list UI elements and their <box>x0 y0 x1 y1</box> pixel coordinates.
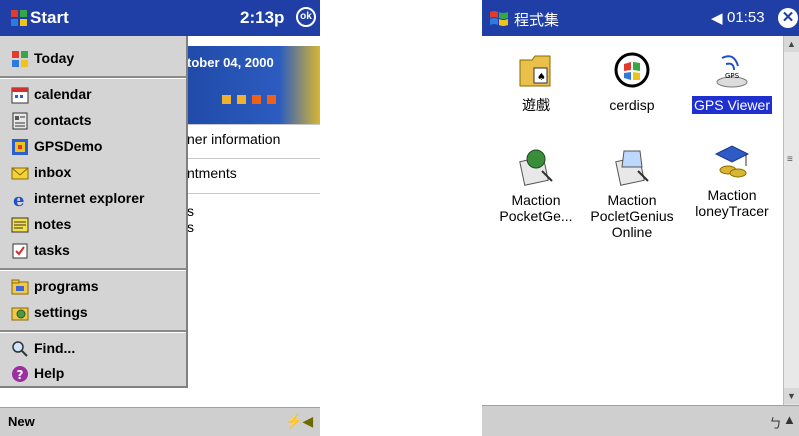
program-icon-maction-moneytracer[interactable]: Maction loneyTracer <box>682 140 782 221</box>
icon-label: Maction loneyTracer <box>695 187 769 219</box>
left-device-screen: Start 2:13p ok tober 04, 2000 ner inform… <box>0 0 320 436</box>
today-divider <box>185 158 320 159</box>
ok-button[interactable]: ok <box>296 7 316 27</box>
svg-text:?: ? <box>17 368 24 382</box>
settings-icon <box>11 307 29 321</box>
menu-item-internet-explorer[interactable]: e internet explorer <box>0 186 186 212</box>
program-icon-maction-pocketgenius[interactable]: Maction PocketGe... <box>486 145 586 226</box>
maction-online-icon <box>615 150 649 186</box>
menu-item-inbox[interactable]: inbox <box>0 160 186 186</box>
menu-item-settings[interactable]: settings <box>0 300 186 326</box>
games-folder-icon: ♠ <box>519 55 551 87</box>
scroll-up-icon[interactable]: ▲ <box>784 36 799 52</box>
today-divider <box>185 124 320 125</box>
right-command-bar: ㄅ ▲ <box>482 405 799 436</box>
menu-item-label: tasks <box>34 242 70 258</box>
today-icon <box>12 51 28 67</box>
menu-item-label: settings <box>34 304 88 320</box>
menu-item-notes[interactable]: notes <box>0 212 186 238</box>
programs-icon <box>11 279 29 295</box>
menu-item-calendar[interactable]: calendar <box>0 82 186 108</box>
clock[interactable]: 01:53 <box>727 9 765 26</box>
power-volume-tray-icon[interactable]: ⚡◀ <box>285 413 313 430</box>
vertical-scrollbar[interactable]: ▲ ≡ ▼ <box>783 36 799 405</box>
menu-item-label: GPSDemo <box>34 138 103 154</box>
menu-item-programs[interactable]: programs <box>0 274 186 300</box>
svg-text:♠: ♠ <box>537 72 546 83</box>
menu-item-find[interactable]: Find... <box>0 336 186 362</box>
right-device-screen: 程式集 ◀ 01:53 ✕ ♠ 遊戲 cerdisp GPS GPS Viewe <box>482 0 799 436</box>
menu-item-label: internet explorer <box>34 190 145 206</box>
close-icon[interactable]: ✕ <box>778 8 798 28</box>
svg-text:e: e <box>13 190 24 208</box>
messages-line[interactable]: s <box>187 203 194 219</box>
menu-item-label: contacts <box>34 112 92 128</box>
cerdisp-icon <box>614 52 650 88</box>
clock[interactable]: 2:13p <box>240 8 284 28</box>
program-icon-cerdisp[interactable]: cerdisp <box>582 50 682 115</box>
appointments-link[interactable]: ntments <box>187 165 237 181</box>
gps-viewer-icon: GPS <box>716 55 748 88</box>
menu-item-gpsdemo[interactable]: GPSDemo <box>0 134 186 160</box>
menu-item-label: Today <box>34 50 75 66</box>
find-icon <box>12 341 28 357</box>
menu-item-label: Find... <box>34 340 76 356</box>
icon-label: GPS Viewer <box>692 96 772 114</box>
maction-moneytracer-icon <box>714 145 750 178</box>
inbox-icon <box>11 167 29 180</box>
gpsdemo-icon <box>12 139 28 155</box>
scroll-down-icon[interactable]: ▼ <box>784 388 799 404</box>
scroll-thumb[interactable]: ≡ <box>787 154 796 165</box>
calendar-icon <box>11 87 29 104</box>
icon-label: Maction PocketGe... <box>499 192 573 224</box>
menu-item-help[interactable]: ? Help <box>0 361 186 387</box>
maction-pocketgenius-icon <box>519 149 553 186</box>
right-title-bar: 程式集 ◀ 01:53 ✕ <box>482 0 799 36</box>
menu-item-label: inbox <box>34 164 72 180</box>
menu-item-contacts[interactable]: contacts <box>0 108 186 134</box>
menu-item-today[interactable]: Today <box>0 46 186 72</box>
menu-item-label: notes <box>34 216 72 232</box>
program-icon-gps-viewer[interactable]: GPS GPS Viewer <box>682 50 782 115</box>
menu-separator <box>0 268 186 271</box>
start-flag-icon[interactable] <box>488 8 510 28</box>
window-title: 程式集 <box>514 12 560 29</box>
owner-information-link[interactable]: ner information <box>187 131 280 147</box>
start-flag-icon[interactable] <box>10 9 28 27</box>
left-command-bar: New ⚡◀ <box>0 407 320 436</box>
icon-label: Maction PocletGenius Online <box>590 192 674 240</box>
icon-label: 遊戲 <box>522 97 550 113</box>
tasks-icon <box>12 243 28 259</box>
menu-item-label: Help <box>34 365 65 381</box>
notes-icon <box>11 217 29 233</box>
menu-item-label: calendar <box>34 86 92 102</box>
program-icon-games[interactable]: ♠ 遊戲 <box>486 50 586 115</box>
internet-explorer-icon: e <box>13 190 24 208</box>
input-panel-icon[interactable]: ㄅ <box>769 413 782 432</box>
start-button[interactable]: Start <box>30 8 69 28</box>
contacts-icon <box>12 112 28 130</box>
icon-label: cerdisp <box>609 97 655 113</box>
program-icon-maction-online[interactable]: Maction PocletGenius Online <box>582 145 682 242</box>
start-menu: Today calendar contacts GPSDemo inbox e … <box>0 36 188 388</box>
new-button[interactable]: New <box>8 414 35 429</box>
menu-item-label: programs <box>34 278 99 294</box>
speaker-icon[interactable]: ◀ <box>711 9 723 27</box>
menu-separator <box>0 76 186 79</box>
help-icon: ? <box>12 366 28 382</box>
svg-text:GPS: GPS <box>725 72 740 80</box>
today-date: tober 04, 2000 <box>187 55 274 70</box>
input-panel-toggle-icon[interactable]: ▲ <box>783 412 796 427</box>
left-title-bar: Start 2:13p ok <box>0 0 320 36</box>
menu-separator <box>0 330 186 333</box>
menu-item-tasks[interactable]: tasks <box>0 238 186 264</box>
today-divider <box>185 193 320 194</box>
tasks-line[interactable]: s <box>187 219 194 235</box>
today-color-dots <box>222 91 282 109</box>
